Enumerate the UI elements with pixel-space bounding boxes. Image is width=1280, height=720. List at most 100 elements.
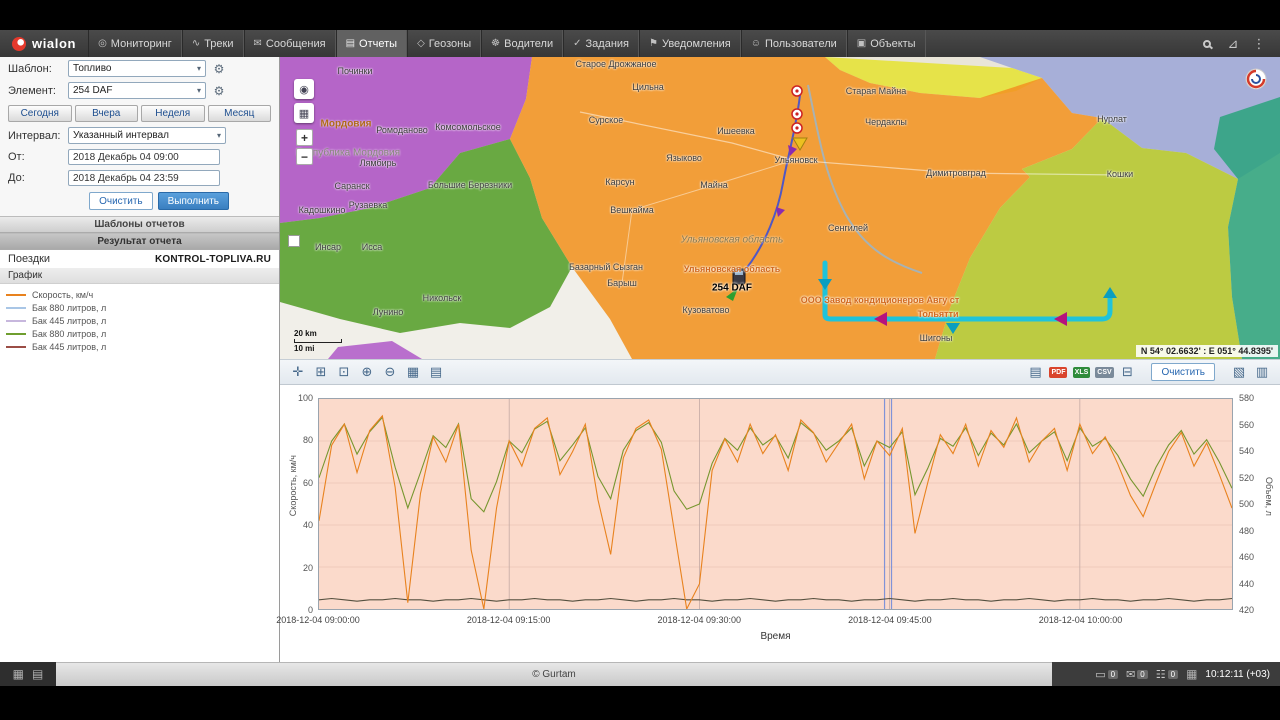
- map-label: Нурлат: [1097, 114, 1127, 124]
- map-label: Карсун: [605, 177, 635, 187]
- report-templates-header[interactable]: Шаблоны отчетов: [0, 216, 279, 233]
- map-label: Большие Березники: [427, 180, 513, 190]
- legend-label: Бак 880 литров, л: [32, 328, 107, 339]
- map-label: Старое Дрожжаное: [575, 59, 657, 69]
- clear-chart-button[interactable]: Очистить: [1151, 363, 1215, 381]
- apps-icon[interactable]: ▦: [13, 667, 24, 681]
- search-icon[interactable]: [1196, 34, 1218, 54]
- wialon-logo[interactable]: wialon: [0, 30, 88, 57]
- message-counter-icon: ✉: [1126, 668, 1136, 681]
- x-axis-ticks: 2018-12-04 09:00:00 2018-12-04 09:15:00 20…: [276, 615, 1233, 627]
- tick-label: 540: [1239, 446, 1255, 456]
- job-counter-icon: ☷: [1155, 668, 1166, 681]
- execute-report-button[interactable]: Выполнить: [157, 192, 229, 210]
- from-date-input[interactable]: [68, 149, 220, 165]
- template-wrench-icon[interactable]: ⚙: [210, 62, 228, 76]
- map-overlay-icon[interactable]: ▧: [1229, 362, 1249, 382]
- export-pdf-icon[interactable]: PDF: [1048, 362, 1068, 382]
- collapse-panel-handle[interactable]: [288, 235, 300, 247]
- legend-toggle-icon[interactable]: ▦: [403, 362, 423, 382]
- range-button-Вчера[interactable]: Вчера: [74, 105, 138, 122]
- export-csv-icon[interactable]: CSV: [1094, 362, 1114, 382]
- tab-Объекты[interactable]: ▣ Объекты: [846, 30, 926, 57]
- tick-label: 100: [297, 393, 313, 403]
- tick-label: 440: [1239, 578, 1255, 589]
- zoom-in-icon[interactable]: ⊕: [357, 362, 377, 382]
- map[interactable]: Починки Старое Дрожжаное Цильна Старая Майн…: [280, 57, 1280, 359]
- print-icon[interactable]: ⊟: [1117, 362, 1137, 382]
- pan-icon[interactable]: ✛: [288, 362, 308, 382]
- tick-label: 80: [302, 435, 313, 446]
- range-button-Месяц[interactable]: Месяц: [207, 105, 271, 122]
- tab-Треки[interactable]: ∿ Треки: [181, 30, 244, 57]
- monitor-counter[interactable]: ▭ 0: [1095, 668, 1119, 681]
- map-label: Языково: [666, 153, 702, 163]
- unit-wrench-icon[interactable]: ⚙: [210, 84, 228, 98]
- zoom-in-button[interactable]: +: [296, 129, 313, 146]
- interval-select[interactable]: Указанный интервал ▾: [68, 127, 226, 144]
- tab-icon: ☺: [750, 38, 761, 49]
- chart-plot-area[interactable]: [318, 398, 1233, 610]
- tick-label: 460: [1239, 552, 1255, 562]
- chart-plot[interactable]: [319, 399, 1232, 609]
- tab-Водители[interactable]: ☸ Водители: [481, 30, 564, 57]
- map-scale: 20 km 10 mi: [294, 329, 342, 353]
- tab-Сообщения[interactable]: ✉ Сообщения: [243, 30, 336, 57]
- tick-label: 2018-12-04 10:00:00: [1038, 615, 1123, 625]
- scale-km: 20 km: [294, 329, 317, 338]
- export-pdf-icon-chip: PDF: [1049, 366, 1068, 378]
- apps-grid-icon[interactable]: ▦: [1186, 667, 1197, 681]
- map-label: Кошки: [1106, 169, 1134, 179]
- stats-icon[interactable]: ⊿: [1222, 34, 1244, 54]
- tick-label: 20: [302, 562, 313, 573]
- tab-Уведомления[interactable]: ⚑ Уведомления: [639, 30, 741, 57]
- job-counter[interactable]: ☷ 0: [1155, 668, 1179, 681]
- range-button-Неделя[interactable]: Неделя: [141, 105, 205, 122]
- tab-Задания[interactable]: ✓ Задания: [563, 30, 639, 57]
- statusbar-counters: ▭ 0 ✉ 0 ☷ 0: [1095, 668, 1179, 681]
- unit-select[interactable]: 254 DAF ▾: [68, 82, 206, 99]
- tab-Отчеты[interactable]: ▤ Отчеты: [335, 30, 408, 57]
- chart-section-header[interactable]: График: [0, 268, 279, 284]
- map-label: Мордовия: [320, 118, 372, 130]
- statusbar-right: ▭ 0 ✉ 0 ☷ 0 ▦ 10:12:11 (+03): [1052, 662, 1280, 686]
- export-excel-icon[interactable]: XLS: [1071, 362, 1091, 382]
- trips-section[interactable]: Поездки: [8, 253, 50, 265]
- street-view-eye-icon[interactable]: ◉: [294, 79, 314, 99]
- map-label: Кадошкино: [298, 205, 346, 215]
- tab-Пользователи[interactable]: ☺ Пользователи: [740, 30, 847, 57]
- legend-label: Бак 445 литров, л: [32, 315, 107, 326]
- chart-settings-icon[interactable]: ▤: [426, 362, 446, 382]
- window-layout-icon[interactable]: ▥: [1252, 362, 1272, 382]
- range-button-Сегодня[interactable]: Сегодня: [8, 105, 72, 122]
- menu-kebab-icon[interactable]: ⋮: [1248, 34, 1270, 54]
- x-axis-title: Время: [760, 631, 791, 642]
- counter-badge: 0: [1167, 669, 1179, 679]
- tab-label: Геозоны: [428, 37, 472, 50]
- clear-report-button[interactable]: Очистить: [89, 192, 153, 210]
- tick-label: 60: [302, 477, 313, 488]
- chevron-down-icon: ▾: [196, 64, 201, 73]
- screen: wialon ◎ Мониторинг ∿ Треки ✉ Сообщения ▤ Отчет…: [0, 0, 1280, 720]
- export-table-icon[interactable]: ▤: [1025, 362, 1045, 382]
- report-result-header[interactable]: Результат отчета: [0, 233, 279, 250]
- tab-Мониторинг[interactable]: ◎ Мониторинг: [88, 30, 182, 57]
- zoom-out-icon[interactable]: ⊖: [380, 362, 400, 382]
- reset-zoom-icon[interactable]: ⊡: [334, 362, 354, 382]
- panels-icon[interactable]: ▤: [32, 667, 43, 681]
- to-date-input[interactable]: [68, 170, 220, 186]
- from-label: От:: [8, 151, 25, 163]
- tab-Геозоны[interactable]: ◇ Геозоны: [407, 30, 482, 57]
- template-select[interactable]: Топливо ▾: [68, 60, 206, 77]
- zoom-out-button[interactable]: −: [296, 148, 313, 165]
- map-label: Старая Майна: [845, 86, 907, 96]
- map-label: Инсар: [315, 242, 341, 252]
- zoom-window-icon[interactable]: ⊞: [311, 362, 331, 382]
- monitor-counter-icon: ▭: [1095, 668, 1106, 681]
- chart-section: Скорость, км/ч 0 20 40 60 80 100 420 440 460 480…: [276, 385, 1280, 662]
- map-label: Цильна: [632, 82, 664, 92]
- map-label: Чердаклы: [865, 117, 907, 127]
- map-provider-logo[interactable]: [1245, 68, 1267, 90]
- message-counter[interactable]: ✉ 0: [1126, 668, 1148, 681]
- map-layers-icon[interactable]: ▦: [294, 103, 314, 123]
